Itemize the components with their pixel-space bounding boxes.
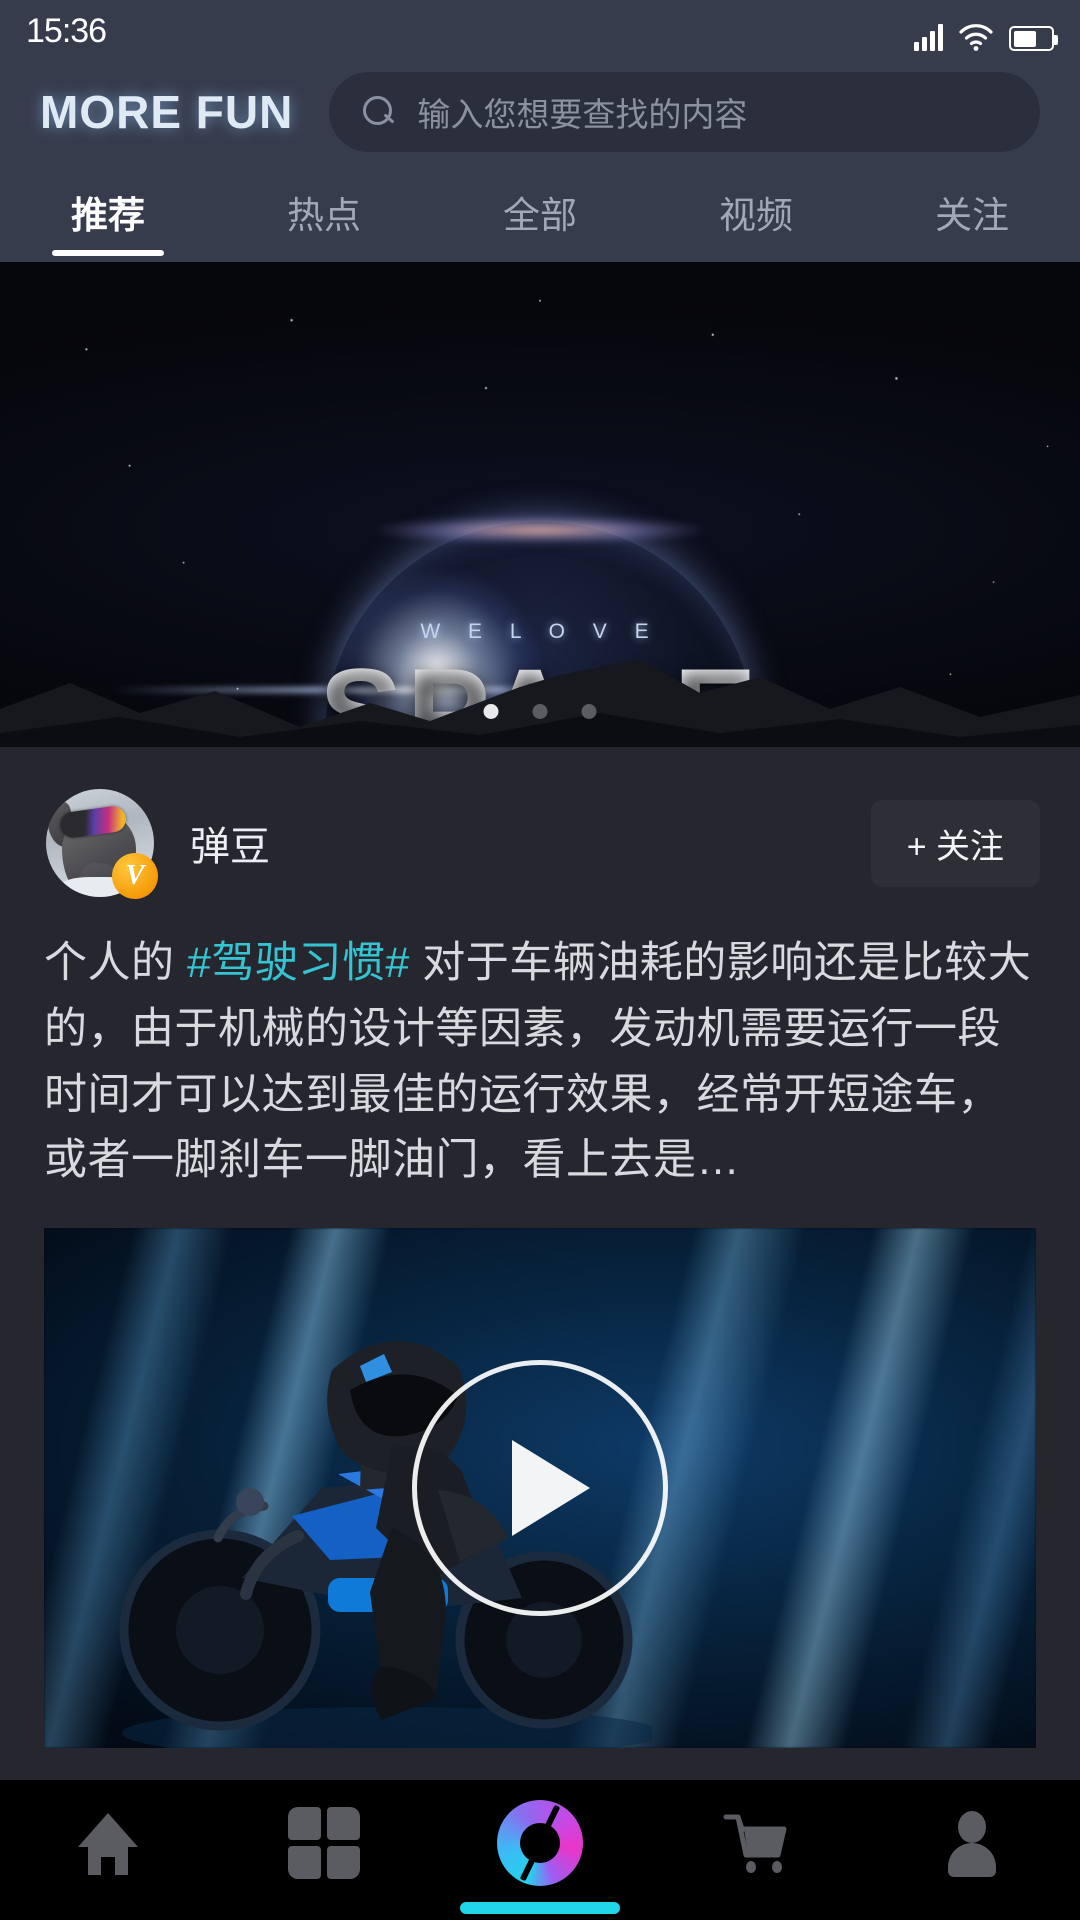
tab-recommend[interactable]: 推荐 <box>0 162 216 262</box>
battery-icon <box>1009 26 1058 51</box>
nav-item-home[interactable] <box>0 1780 216 1920</box>
tab-video[interactable]: 视频 <box>648 162 864 262</box>
status-bar: 15:36 <box>0 0 1080 62</box>
grid-icon <box>288 1807 360 1879</box>
app-screen: 15:36 MORE FUN 输入您想要查找的内容 推荐 热点 全部 视频 关注… <box>0 0 1080 1920</box>
follow-button[interactable]: + 关注 <box>870 799 1040 887</box>
avatar[interactable]: V <box>46 789 158 899</box>
bottom-navigation-bar <box>0 1780 1080 1920</box>
carousel-dot-2[interactable] <box>532 704 548 719</box>
cellular-signal-icon <box>914 23 943 51</box>
post-hashtag[interactable]: #驾驶习惯# <box>187 939 410 987</box>
cart-icon <box>720 1807 792 1879</box>
wifi-icon <box>959 23 993 51</box>
aperture-icon <box>497 1800 583 1886</box>
nav-item-camera[interactable] <box>432 1780 648 1920</box>
carousel-dots <box>483 704 597 719</box>
nav-item-cart[interactable] <box>648 1780 864 1920</box>
tab-following[interactable]: 关注 <box>864 162 1080 262</box>
post-author-row: V 弹豆 + 关注 <box>0 747 1080 899</box>
app-header: MORE FUN 输入您想要查找的内容 <box>0 62 1080 162</box>
search-icon <box>363 96 395 128</box>
carousel-dot-3[interactable] <box>581 704 597 719</box>
play-triangle <box>512 1440 590 1537</box>
home-icon <box>72 1807 144 1879</box>
post-video-thumbnail[interactable] <box>44 1228 1036 1749</box>
post-author-name[interactable]: 弹豆 <box>190 814 270 872</box>
play-icon[interactable] <box>412 1360 668 1617</box>
tab-bar: 推荐 热点 全部 视频 关注 <box>0 162 1080 262</box>
nav-item-profile[interactable] <box>864 1780 1080 1920</box>
mountain-silhouette <box>0 659 1080 747</box>
feed: V 弹豆 + 关注 个人的 #驾驶习惯# 对于车辆油耗的影响还是比较大的，由于机… <box>0 747 1080 1749</box>
app-logo: MORE FUN <box>40 86 294 138</box>
post-text-before: 个人的 <box>44 939 187 987</box>
status-bar-clock: 15:36 <box>26 11 107 50</box>
verified-badge-icon: V <box>112 853 158 899</box>
profile-icon <box>936 1807 1008 1879</box>
tab-all[interactable]: 全部 <box>432 162 648 262</box>
search-bar[interactable]: 输入您想要查找的内容 <box>329 72 1040 152</box>
home-indicator <box>460 1902 620 1914</box>
post-text: 个人的 #驾驶习惯# 对于车辆油耗的影响还是比较大的，由于机械的设计等因素，发动… <box>0 897 1080 1194</box>
carousel-dot-1[interactable] <box>483 704 499 719</box>
status-bar-icons <box>914 11 1058 51</box>
banner-carousel[interactable]: W E L O V E SPACE <box>0 262 1080 747</box>
search-input[interactable]: 输入您想要查找的内容 <box>417 88 747 136</box>
tab-hot[interactable]: 热点 <box>216 162 432 262</box>
nav-item-grid[interactable] <box>216 1780 432 1920</box>
